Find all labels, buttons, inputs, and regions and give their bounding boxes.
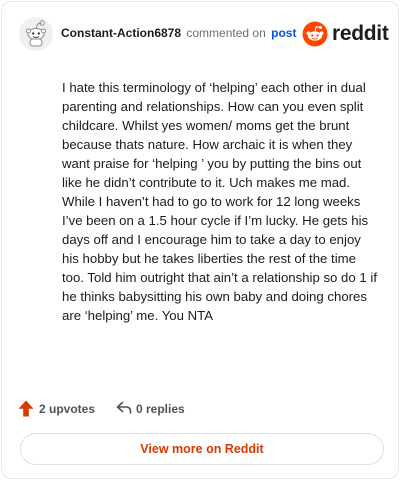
reddit-brand[interactable]: reddit xyxy=(302,21,389,47)
reply-button[interactable]: 0 replies xyxy=(116,399,206,419)
reply-count: 0 replies xyxy=(136,402,185,416)
reply-arrow-icon xyxy=(116,401,132,414)
comment-header: Constant-Action6878 commented on post re xyxy=(18,16,389,52)
upvote-button[interactable]: 2 upvotes xyxy=(18,399,108,419)
reddit-wordmark: reddit xyxy=(332,22,389,45)
username-link[interactable]: Constant-Action6878 xyxy=(61,26,181,40)
comment-body: I hate this terminology of ‘helping’ eac… xyxy=(62,80,377,323)
upvote-arrow-icon xyxy=(18,400,34,417)
reddit-logo-icon xyxy=(302,21,328,47)
upvote-count: 2 upvotes xyxy=(39,402,96,416)
comment-meta: Constant-Action6878 commented on post xyxy=(61,26,296,40)
view-more-button[interactable]: View more on Reddit xyxy=(20,433,384,465)
snoo-avatar-icon[interactable] xyxy=(18,16,54,52)
post-link[interactable]: post xyxy=(271,26,296,40)
comment-embed-card: Constant-Action6878 commented on post re xyxy=(1,1,399,479)
action-text: commented on xyxy=(186,26,266,40)
